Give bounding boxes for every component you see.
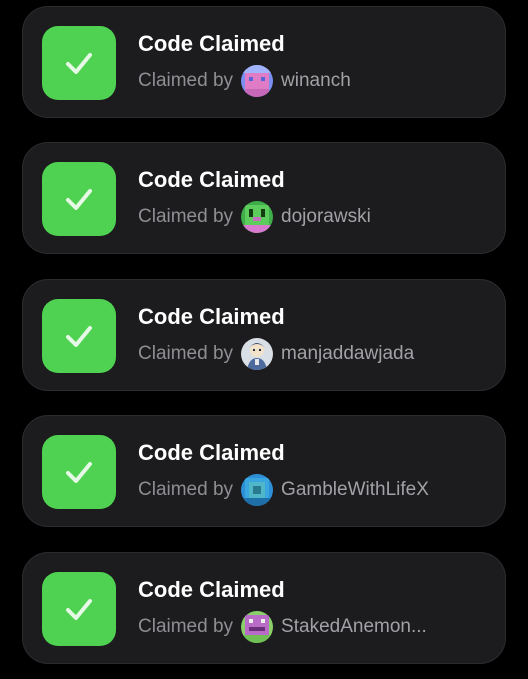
checkmark-icon [42,299,116,373]
claim-subtitle: Claimed by dojorawski [138,201,371,233]
claim-card[interactable]: Code Claimed Claimed by StakedAnemon... [22,552,506,664]
claim-card[interactable]: Code Claimed Claimed by manjaddawjada [22,279,506,391]
claimer-username[interactable]: GambleWithLifeX [281,479,429,501]
checkmark-icon [42,26,116,100]
user-avatar[interactable] [241,611,274,643]
claimed-by-label: Claimed by [138,616,234,637]
claim-subtitle: Claimed by StakedAnemon... [138,611,427,643]
claim-card[interactable]: Code Claimed Claimed by winanch [22,6,506,118]
user-avatar[interactable] [241,65,274,97]
claim-card[interactable]: Code Claimed Claimed by dojorawski [22,142,506,254]
checkmark-icon [42,572,116,646]
user-avatar[interactable] [241,201,274,233]
claimed-by-label: Claimed by [138,479,234,500]
checkmark-icon [42,162,116,236]
claim-title: Code Claimed [138,304,285,329]
claim-subtitle: Claimed by winanch [138,65,351,97]
user-avatar[interactable] [241,338,274,370]
user-avatar[interactable] [241,474,274,506]
claim-card[interactable]: Code Claimed Claimed by GambleWithLifeX [22,415,506,527]
claimed-by-label: Claimed by [138,343,234,364]
claimer-username[interactable]: winanch [281,70,351,92]
claim-subtitle: Claimed by manjaddawjada [138,338,414,370]
claimed-by-label: Claimed by [138,70,234,91]
claim-title: Code Claimed [138,577,285,602]
claim-title: Code Claimed [138,31,285,56]
claimer-username[interactable]: manjaddawjada [281,343,414,365]
claimed-by-label: Claimed by [138,206,234,227]
claimer-username[interactable]: dojorawski [281,206,371,228]
claim-subtitle: Claimed by GambleWithLifeX [138,474,429,506]
claimer-username[interactable]: StakedAnemon... [281,616,427,638]
claim-title: Code Claimed [138,167,285,192]
checkmark-icon [42,435,116,509]
claim-notification-list: Code Claimed Claimed by winanch Code Cla… [0,0,528,679]
claim-title: Code Claimed [138,440,285,465]
